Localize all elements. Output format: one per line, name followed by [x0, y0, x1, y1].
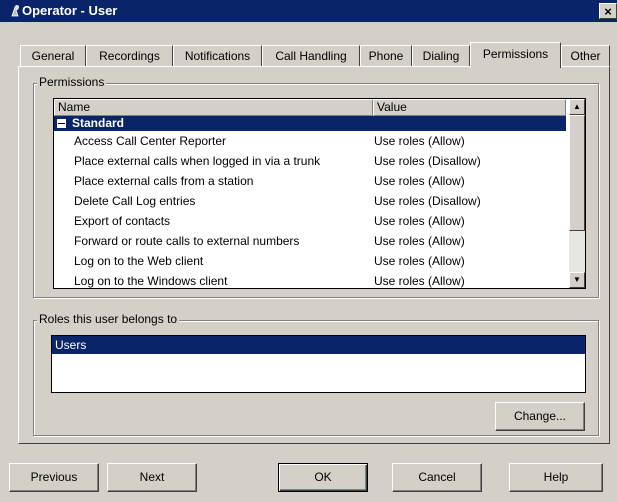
scroll-down-button[interactable]: ▼ [569, 272, 585, 288]
previous-button[interactable]: Previous [9, 463, 99, 492]
tab-dialing[interactable]: Dialing [412, 45, 470, 67]
tab-notifications[interactable]: Notifications [173, 45, 262, 67]
group-row-standard[interactable]: Standard [54, 116, 566, 131]
roles-list[interactable]: Users [51, 335, 586, 393]
arrow-down-icon: ▼ [573, 275, 581, 284]
tab-call-handling[interactable]: Call Handling [262, 45, 360, 67]
scroll-thumb[interactable] [569, 115, 585, 231]
ok-button[interactable]: OK [278, 463, 368, 492]
column-header-name[interactable]: Name [54, 99, 373, 116]
tab-permissions[interactable]: Permissions [470, 42, 561, 68]
roles-group-label: Roles this user belongs to [37, 312, 180, 326]
column-header-value[interactable]: Value [373, 99, 566, 116]
permissions-list[interactable]: Name Value Standard Access Call Center R… [53, 98, 586, 289]
change-roles-button[interactable]: Change... [495, 402, 585, 431]
tab-other[interactable]: Other [561, 45, 610, 67]
cancel-button[interactable]: Cancel [392, 463, 482, 492]
permissions-tab-page: Permissions Name Value Standard Access C… [18, 66, 610, 444]
vertical-scrollbar[interactable]: ▲ ▼ [569, 99, 585, 288]
arrow-up-icon: ▲ [573, 102, 581, 111]
close-button[interactable]: × [599, 3, 617, 19]
app-icon [11, 5, 19, 17]
tab-phone[interactable]: Phone [360, 45, 412, 67]
collapse-icon[interactable] [57, 119, 66, 128]
next-button[interactable]: Next [107, 463, 197, 492]
role-item-users[interactable]: Users [52, 336, 585, 354]
help-button[interactable]: Help [509, 463, 603, 492]
close-icon: × [604, 4, 612, 19]
tab-general[interactable]: General [20, 45, 86, 67]
permissions-group-label: Permissions [37, 75, 107, 89]
title-bar: Operator - User × [0, 0, 617, 22]
window-title: Operator - User [22, 3, 118, 18]
tab-recordings[interactable]: Recordings [86, 45, 173, 67]
scroll-up-button[interactable]: ▲ [569, 99, 585, 115]
